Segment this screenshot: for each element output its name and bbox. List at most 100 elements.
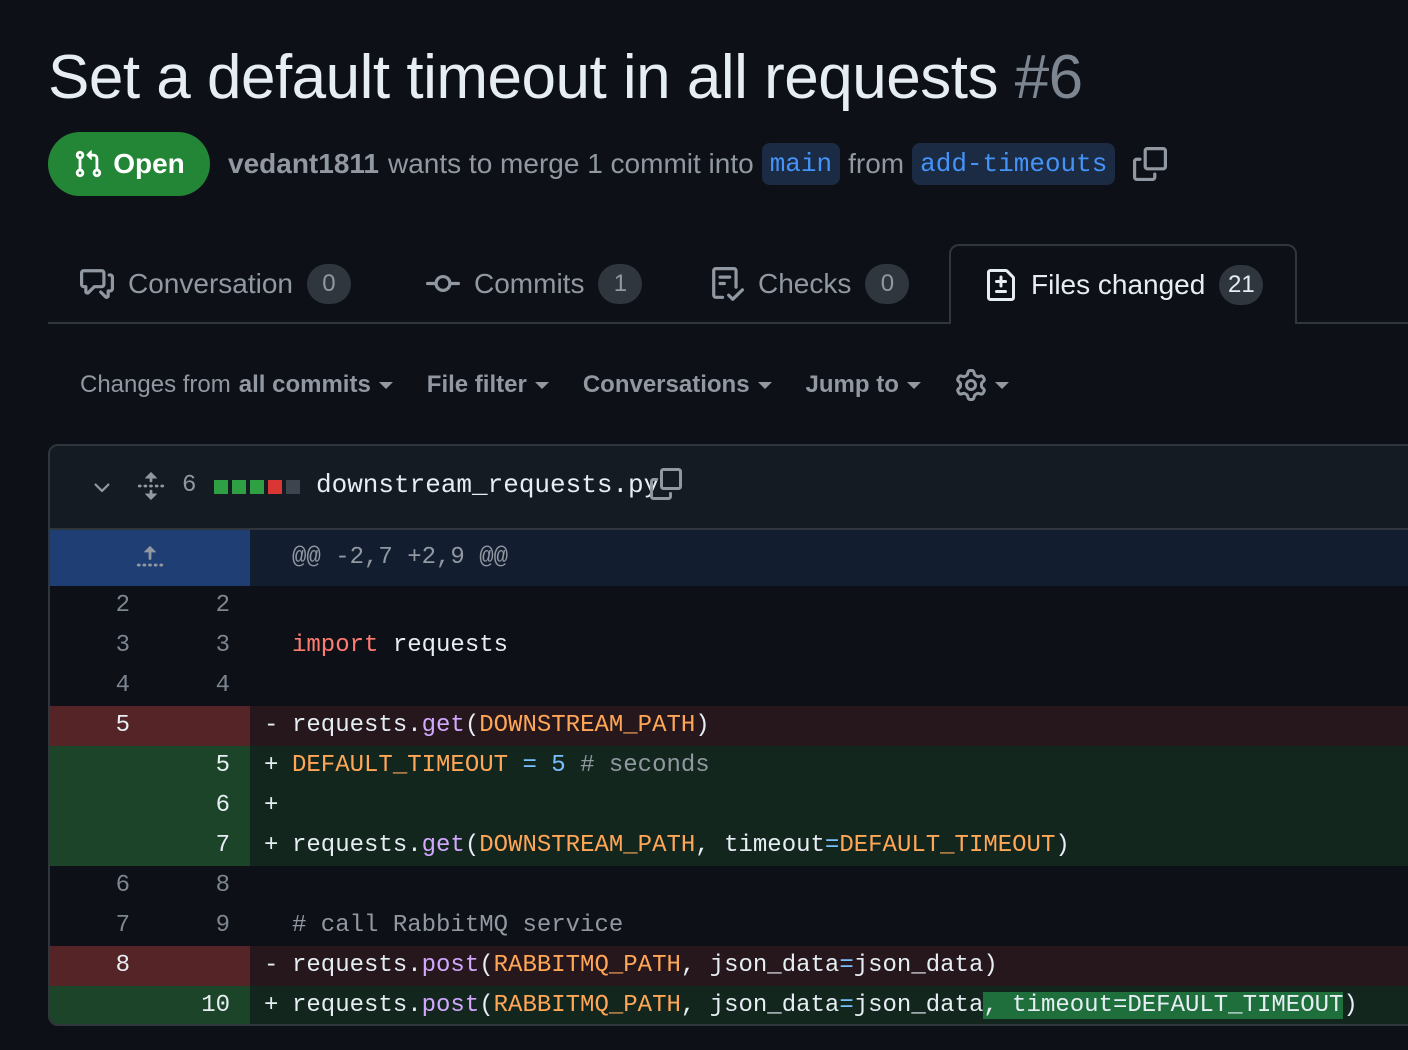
diff-line: 7 9 # call RabbitMQ service: [50, 906, 1408, 946]
new-line-number[interactable]: 8: [150, 866, 250, 906]
code-text: requests.: [292, 712, 422, 739]
diffstat-add-block: [250, 480, 264, 494]
new-line-number[interactable]: 4: [150, 666, 250, 706]
hunk-header: @@ -2,7 +2,9 @@: [50, 530, 1408, 586]
code-operator: =: [839, 952, 854, 979]
code-text: (: [464, 712, 480, 739]
code-text: (: [479, 992, 494, 1019]
line-numbers: 3 3: [50, 626, 250, 666]
gear-icon: [956, 369, 986, 401]
old-line-number[interactable]: 8: [50, 946, 150, 986]
expand-up-button[interactable]: [50, 530, 250, 586]
old-line-number[interactable]: 5: [50, 706, 150, 746]
file-filter-dropdown[interactable]: File filter: [427, 371, 549, 399]
chevron-down-icon: [906, 381, 921, 389]
diff-line-added: 5 + DEFAULT_TIMEOUT = 5 # seconds: [50, 746, 1408, 786]
new-line-number[interactable]: 9: [150, 906, 250, 946]
line-numbers: 10: [50, 986, 250, 1024]
code-text: (: [479, 952, 494, 979]
author-link[interactable]: vedant1811: [228, 148, 379, 180]
copy-branch-button[interactable]: [1133, 147, 1168, 181]
new-line-number[interactable]: 5: [150, 746, 250, 786]
code-text: requests.: [292, 992, 422, 1019]
changes-from-dropdown[interactable]: Changes from all commits: [80, 371, 393, 399]
code-operator: =: [839, 992, 854, 1019]
code-content: [250, 866, 1408, 906]
code-constant: DEFAULT_TIMEOUT: [839, 832, 1056, 859]
comment-discussion-icon: [80, 269, 114, 299]
diff-line: 3 3 import requests: [50, 626, 1408, 666]
diffstat-count: 6: [182, 472, 197, 499]
code-keyword: import: [292, 632, 379, 659]
merge-text: wants to merge 1 commit into: [388, 148, 754, 179]
code-content: + DEFAULT_TIMEOUT = 5 # seconds: [250, 746, 1408, 786]
jump-to-dropdown[interactable]: Jump to: [806, 371, 921, 399]
unfold-icon[interactable]: [136, 470, 166, 502]
diffstat-del-block: [268, 480, 282, 494]
line-numbers: 6 8: [50, 866, 250, 906]
old-line-number[interactable]: [50, 746, 150, 786]
old-line-number[interactable]: 6: [50, 866, 150, 906]
from-text: from: [848, 148, 905, 179]
diff-toolbar: Changes from all commits File filter Con…: [80, 360, 1009, 410]
code-text: ): [695, 712, 710, 739]
pr-number: #6: [1014, 43, 1083, 112]
tab-commits[interactable]: Commits 1: [426, 244, 643, 324]
conversations-dropdown[interactable]: Conversations: [583, 371, 772, 399]
tab-files-changed-label: Files changed: [1031, 269, 1206, 300]
new-line-number[interactable]: [150, 706, 250, 746]
new-line-number[interactable]: 6: [150, 786, 250, 826]
code-content: - requests.post(RABBITMQ_PATH, json_data=…: [250, 946, 1408, 986]
code-operator: =: [522, 752, 537, 779]
pr-title-text: Set a default timeout in all requests: [48, 43, 998, 112]
code-constant: DOWNSTREAM_PATH: [479, 832, 696, 859]
copy-icon[interactable]: [650, 468, 682, 500]
code-function: get: [421, 832, 465, 859]
code-constant: RABBITMQ_PATH: [493, 952, 681, 979]
pr-title: Set a default timeout in all requests #6: [48, 40, 1083, 116]
diff-settings-dropdown[interactable]: [955, 369, 1009, 401]
old-line-number[interactable]: [50, 986, 150, 1024]
line-numbers: 7: [50, 826, 250, 866]
file-name[interactable]: downstream_requests.py: [316, 470, 659, 500]
changes-from-value: all commits: [238, 371, 371, 398]
diffstat-blocks: [214, 480, 300, 494]
tab-conversation-count: 0: [306, 264, 351, 304]
code-text: , json_data: [680, 952, 840, 979]
tab-commits-count: 1: [598, 264, 643, 304]
new-line-number[interactable]: 7: [150, 826, 250, 866]
new-line-number[interactable]: 10: [150, 986, 250, 1024]
new-line-number[interactable]: 2: [150, 586, 250, 626]
chevron-down-icon: [378, 381, 393, 389]
new-line-number[interactable]: 3: [150, 626, 250, 666]
diffstat-add-block: [232, 480, 246, 494]
checklist-icon: [712, 267, 744, 301]
line-numbers: 5: [50, 746, 250, 786]
old-line-number[interactable]: [50, 826, 150, 866]
tab-checks[interactable]: Checks 0: [710, 244, 910, 324]
diff-line: 6 8: [50, 866, 1408, 906]
word-diff-highlight: , timeout=DEFAULT_TIMEOUT: [983, 992, 1344, 1019]
code-function: post: [421, 952, 480, 979]
file-diff-icon: [987, 269, 1015, 301]
chevron-down-icon: [534, 381, 549, 389]
new-line-number[interactable]: [150, 946, 250, 986]
code-function: post: [421, 992, 480, 1019]
old-line-number[interactable]: 4: [50, 666, 150, 706]
code-content: + requests.post(RABBITMQ_PATH, json_data=…: [250, 986, 1408, 1024]
tab-conversation[interactable]: Conversation 0: [80, 244, 351, 324]
hunk-text: @@ -2,7 +2,9 @@: [292, 544, 509, 571]
head-branch[interactable]: add-timeouts: [912, 143, 1116, 185]
old-line-number[interactable]: 3: [50, 626, 150, 666]
code-content: + requests.get(DOWNSTREAM_PATH, timeout=D…: [250, 826, 1408, 866]
git-pull-request-icon: [76, 150, 102, 178]
old-line-number[interactable]: 2: [50, 586, 150, 626]
tab-files-changed[interactable]: Files changed 21: [949, 244, 1298, 324]
chevron-down-icon[interactable]: [90, 476, 114, 500]
base-branch[interactable]: main: [761, 143, 841, 185]
code-content: # call RabbitMQ service: [250, 906, 1408, 946]
copy-icon: [1133, 147, 1168, 181]
old-line-number[interactable]: 7: [50, 906, 150, 946]
diff-sign: +: [264, 752, 279, 779]
old-line-number[interactable]: [50, 786, 150, 826]
